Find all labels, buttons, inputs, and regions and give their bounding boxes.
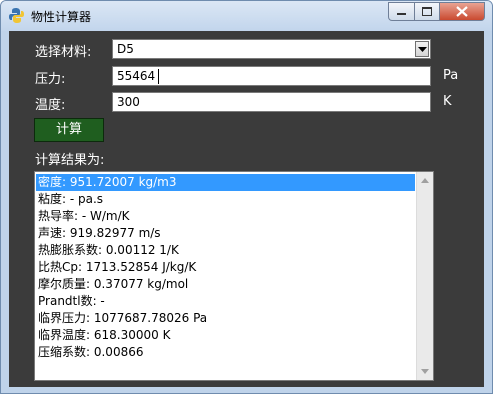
- list-item[interactable]: 热导率: - W/m/K: [36, 208, 130, 225]
- results-label: 计算结果为:: [35, 153, 105, 168]
- list-item[interactable]: 临界温度: 618.30000 K: [36, 327, 170, 344]
- material-value: D5: [117, 42, 134, 56]
- scroll-up-button[interactable]: [417, 172, 433, 189]
- temperature-input[interactable]: 300: [112, 92, 431, 112]
- minimize-icon: [389, 3, 414, 25]
- list-item[interactable]: 声速: 919.82977 m/s: [36, 225, 161, 242]
- vertical-scrollbar[interactable]: [416, 172, 433, 380]
- material-label: 选择材料:: [35, 45, 92, 60]
- temperature-value: 300: [117, 95, 140, 109]
- list-item[interactable]: 粘度: - pa.s: [36, 191, 103, 208]
- temperature-label: 温度:: [35, 98, 66, 113]
- calculate-button[interactable]: 计算: [34, 118, 104, 142]
- pressure-label: 压力:: [35, 72, 66, 87]
- scroll-down-button[interactable]: [417, 363, 433, 380]
- chevron-up-icon: [421, 178, 429, 183]
- list-item[interactable]: 比热Cp: 1713.52854 J/kg/K: [36, 259, 196, 276]
- maximize-button[interactable]: [414, 2, 440, 21]
- dropdown-button[interactable]: [415, 41, 429, 57]
- app-icon: [8, 7, 25, 24]
- list-item[interactable]: 临界压力: 1077687.78026 Pa: [36, 310, 207, 327]
- list-item[interactable]: 密度: 951.72007 kg/m3: [36, 174, 415, 191]
- material-select[interactable]: D5: [112, 39, 431, 59]
- list-item[interactable]: Prandtl数: -: [36, 293, 105, 310]
- list-item[interactable]: 热膨胀系数: 0.00112 1/K: [36, 242, 179, 259]
- list-item[interactable]: 摩尔质量: 0.37077 kg/mol: [36, 276, 188, 293]
- client-area: 选择材料: D5 压力: 55464 Pa 温度: 300 K 计算 计算结果为…: [9, 31, 484, 387]
- window-title: 物性计算器: [31, 10, 92, 24]
- pressure-value: 55464: [117, 69, 156, 83]
- title-bar[interactable]: 物性计算器: [1, 1, 492, 31]
- app-window: 物性计算器 选择材料: D5 压力: 55464 Pa 温度: 300 K 计算…: [0, 0, 493, 394]
- minimize-button[interactable]: [388, 2, 415, 21]
- close-button[interactable]: [439, 2, 485, 21]
- pressure-unit: Pa: [443, 68, 459, 83]
- close-icon: [440, 3, 484, 25]
- list-item[interactable]: 压缩系数: 0.00866: [36, 344, 143, 361]
- results-list[interactable]: 密度: 951.72007 kg/m3 粘度: - pa.s 热导率: - W/…: [34, 171, 434, 381]
- temperature-unit: K: [443, 94, 452, 109]
- pressure-input[interactable]: 55464: [112, 66, 431, 86]
- chevron-down-icon: [421, 369, 429, 374]
- chevron-down-icon: [418, 47, 427, 52]
- maximize-icon: [415, 3, 439, 25]
- text-caret: [158, 69, 159, 84]
